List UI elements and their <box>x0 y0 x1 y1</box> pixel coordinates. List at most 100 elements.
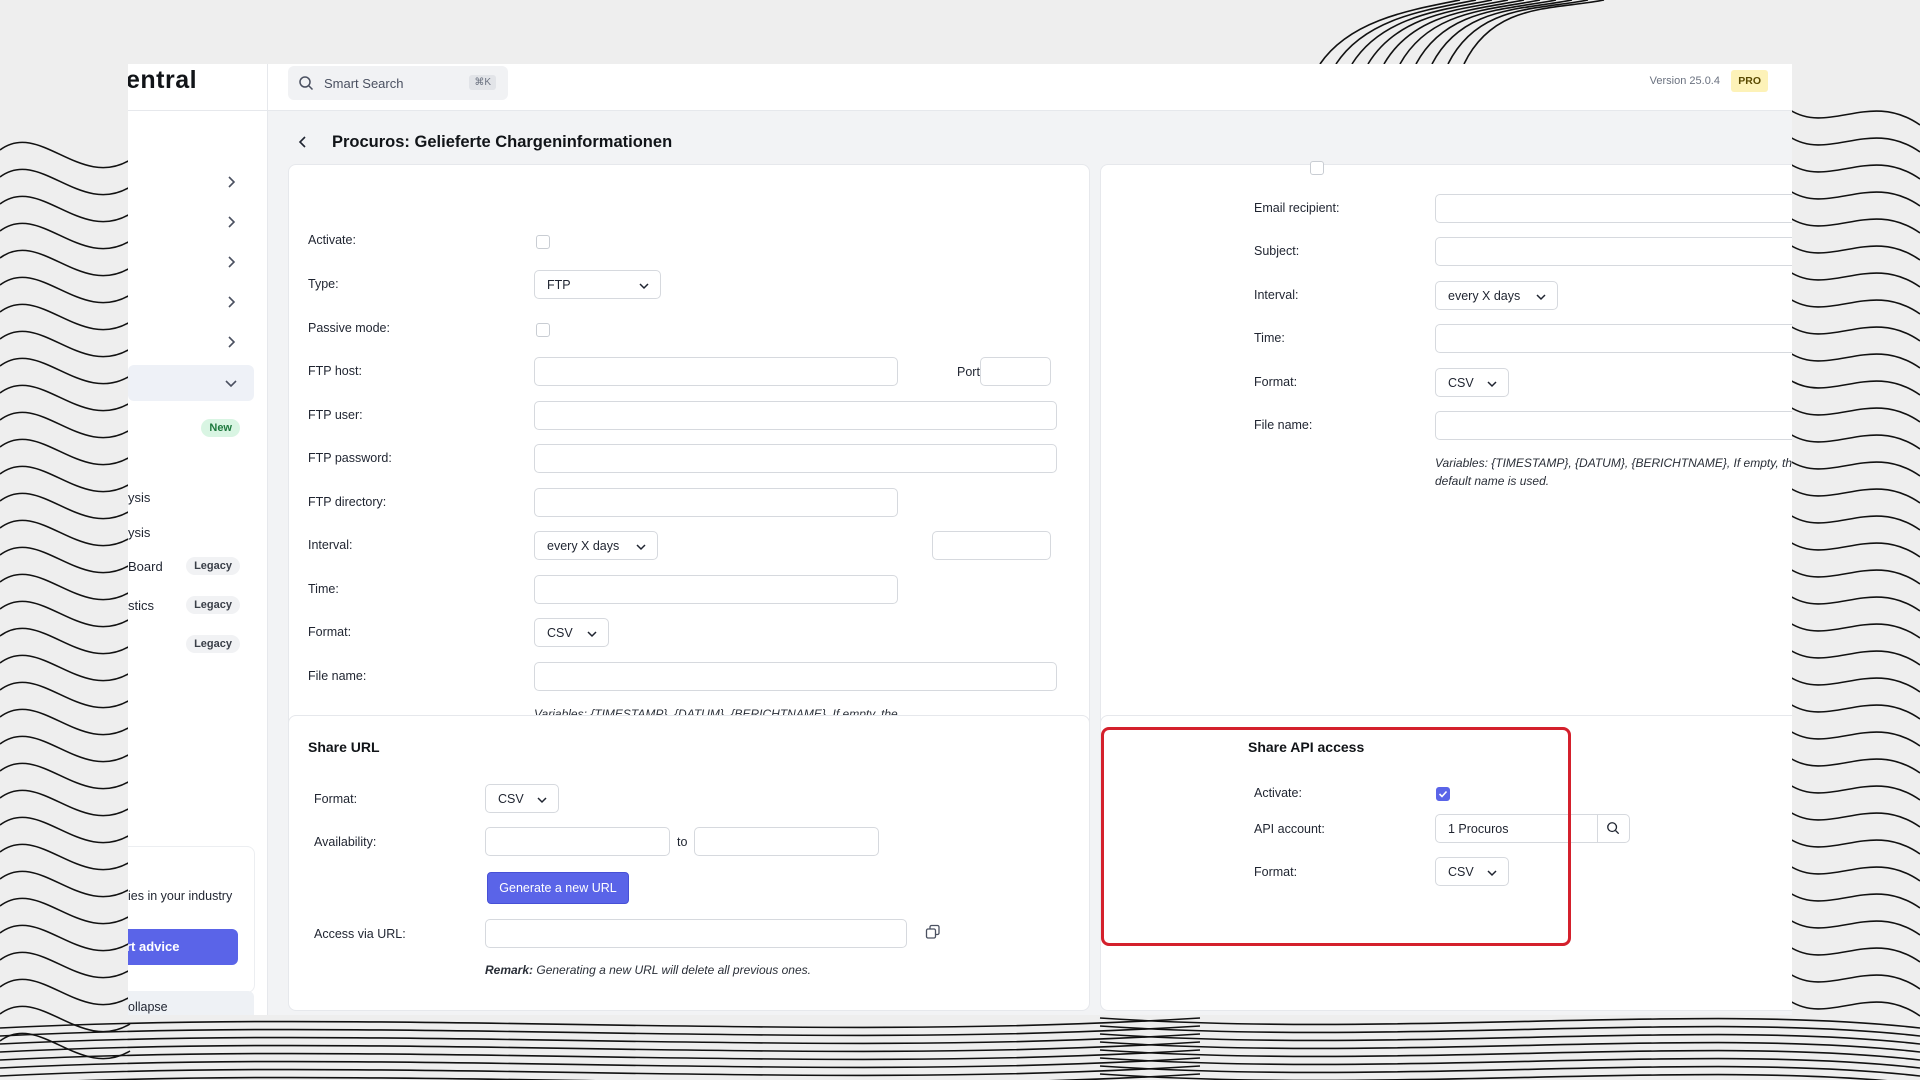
sidebar-item-3[interactable] <box>128 244 254 280</box>
chevron-down-icon <box>1536 294 1546 301</box>
smart-search[interactable]: Smart Search ⌘K <box>288 66 508 100</box>
share-url-title: Share URL <box>308 739 380 755</box>
format-value: CSV <box>547 626 573 640</box>
topbar: Smart Search ⌘K Version 25.0.4 PRO <box>268 64 1792 111</box>
ftp-host-input[interactable] <box>534 357 898 386</box>
chevron-down-icon <box>639 283 649 290</box>
time-label: Time: <box>308 582 339 596</box>
ftp-password-input[interactable] <box>534 444 1057 473</box>
sidebar-subitem-label: ysis <box>128 490 151 505</box>
email-interval-label: Interval: <box>1254 288 1299 302</box>
format-label: Format: <box>308 625 352 639</box>
time-input[interactable] <box>534 575 898 604</box>
help-card: ies in your industry rt advice <box>128 846 255 993</box>
email-export-panel: Email recipient: Subject: Interval: ever… <box>1100 161 1792 769</box>
access-url-input[interactable] <box>485 919 907 948</box>
app-window: entral New ysis ysis Board Legacy stics … <box>128 64 1792 1015</box>
chevron-down-icon <box>225 380 237 388</box>
sidebar-subitem-label: ysis <box>128 525 151 540</box>
format-select[interactable]: CSV <box>534 618 609 647</box>
email-format-select[interactable]: CSV <box>1435 368 1509 397</box>
file-name-input[interactable] <box>534 662 1057 691</box>
type-label: Type: <box>308 277 339 291</box>
ftp-host-label: FTP host: <box>308 364 362 378</box>
sidebar-subitem-new[interactable]: New <box>128 410 254 446</box>
sidebar-subitem-2[interactable]: ysis <box>128 514 254 550</box>
search-placeholder: Smart Search <box>324 76 404 91</box>
email-time-input[interactable] <box>1435 324 1792 353</box>
collapse-label: ollapse <box>128 1000 168 1014</box>
logo[interactable]: entral <box>128 64 267 111</box>
generate-url-button[interactable]: Generate a new URL <box>487 872 629 904</box>
interval-select[interactable]: every X days <box>534 531 658 560</box>
type-select[interactable]: FTP <box>534 270 661 299</box>
chevron-right-icon <box>228 336 236 348</box>
share-url-format-value: CSV <box>498 792 524 806</box>
copy-icon[interactable] <box>925 924 941 940</box>
ftp-activate-checkbox[interactable] <box>536 235 550 249</box>
passive-mode-label: Passive mode: <box>308 321 390 335</box>
email-time-label: Time: <box>1254 331 1285 345</box>
email-variables-hint: Variables: {TIMESTAMP}, {DATUM}, {BERICH… <box>1435 456 1792 488</box>
chevron-right-icon <box>228 296 236 308</box>
interval-days-input[interactable] <box>932 531 1051 560</box>
subject-label: Subject: <box>1254 244 1300 258</box>
sidebar-item-4[interactable] <box>128 284 254 320</box>
sidebar-item-5[interactable] <box>128 324 254 360</box>
ftp-directory-input[interactable] <box>534 488 898 517</box>
sidebar-subitem-3[interactable]: Board Legacy <box>128 548 254 584</box>
chevron-right-icon <box>228 216 236 228</box>
api-account-search-button[interactable] <box>1597 815 1629 842</box>
email-activate-checkbox[interactable] <box>1310 161 1324 175</box>
chevron-right-icon <box>228 256 236 268</box>
availability-to-input[interactable] <box>694 827 879 856</box>
page-title: Procuros: Gelieferte Chargeninformatione… <box>332 133 673 151</box>
legacy-badge: Legacy <box>186 557 240 575</box>
search-shortcut: ⌘K <box>469 75 496 90</box>
availability-label: Availability: <box>314 835 377 849</box>
interval-label: Interval: <box>308 538 353 552</box>
email-format-label: Format: <box>1254 375 1298 389</box>
legacy-badge: Legacy <box>186 596 240 614</box>
ftp-password-label: FTP password: <box>308 451 392 465</box>
passive-mode-checkbox[interactable] <box>536 323 550 337</box>
ftp-export-panel: Activate: Type: FTP Passive mode: FTP ho… <box>288 164 1090 769</box>
port-input[interactable] <box>980 357 1051 386</box>
share-url-format-select[interactable]: CSV <box>485 784 559 813</box>
collapse-button[interactable]: ollapse <box>128 991 254 1015</box>
email-recipient-label: Email recipient: <box>1254 201 1340 215</box>
sidebar-subitem-4[interactable]: stics Legacy <box>128 587 254 623</box>
logo-text: entral <box>128 66 198 94</box>
chevron-right-icon <box>228 176 236 188</box>
email-interval-select[interactable]: every X days <box>1435 281 1558 310</box>
legacy-badge: Legacy <box>186 635 240 653</box>
version-label: Version 25.0.4 <box>1649 75 1720 87</box>
sidebar-subitem-1[interactable]: ysis <box>128 479 254 515</box>
expert-advice-button[interactable]: rt advice <box>128 929 238 965</box>
sidebar-item-6-expanded[interactable] <box>128 365 254 401</box>
email-recipient-input[interactable] <box>1435 194 1792 223</box>
ftp-user-label: FTP user: <box>308 408 363 422</box>
subject-input[interactable] <box>1435 237 1792 266</box>
availability-from-input[interactable] <box>485 827 670 856</box>
pro-badge: PRO <box>1731 70 1768 92</box>
remark: Remark: Generating a new URL will delete… <box>485 963 811 977</box>
email-file-name-input[interactable] <box>1435 411 1792 440</box>
sidebar-item-2[interactable] <box>128 204 254 240</box>
search-icon <box>299 76 314 91</box>
chevron-down-icon <box>587 631 597 638</box>
chevron-down-icon <box>1487 381 1497 388</box>
availability-to-label: to <box>677 835 688 849</box>
chevron-down-icon <box>537 797 547 804</box>
sidebar-subitem-label: Board <box>128 559 163 574</box>
chevron-down-icon <box>636 544 646 551</box>
file-name-label: File name: <box>308 669 367 683</box>
share-url-panel: Share URL Format: CSV Availability: to G… <box>288 715 1090 1011</box>
sidebar-subitem-5[interactable]: Legacy <box>128 626 254 662</box>
sidebar-item-1[interactable] <box>128 164 254 200</box>
share-url-format-label: Format: <box>314 792 358 806</box>
interval-value: every X days <box>547 539 620 553</box>
ftp-directory-label: FTP directory: <box>308 495 387 509</box>
back-chevron-icon[interactable] <box>296 135 310 149</box>
ftp-user-input[interactable] <box>534 401 1057 430</box>
